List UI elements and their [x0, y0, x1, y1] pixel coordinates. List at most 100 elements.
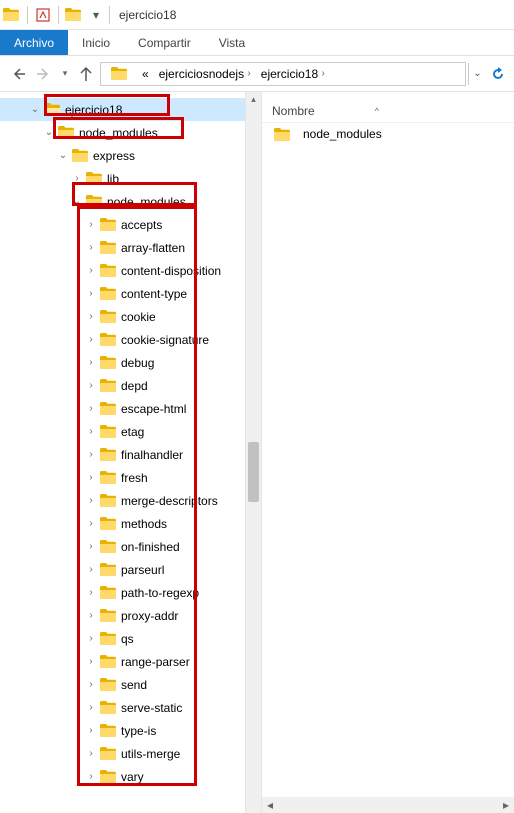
expander-icon[interactable]: › — [84, 357, 98, 368]
tree-node-package[interactable]: ›merge-descriptors — [0, 489, 245, 512]
expander-icon[interactable]: › — [84, 702, 98, 713]
folder-icon — [100, 448, 116, 461]
tree-label: etag — [121, 425, 144, 439]
nav-back-button[interactable] — [6, 62, 30, 86]
tree-node-package[interactable]: ›path-to-regexp — [0, 581, 245, 604]
tree-label: proxy-addr — [121, 609, 178, 623]
scroll-left-icon[interactable]: ◂ — [262, 798, 278, 812]
tree-node-package[interactable]: ›utils-merge — [0, 742, 245, 765]
tree-pane[interactable]: ⌄ ejercicio18 ⌄ node_modules ⌄ express ›… — [0, 92, 246, 813]
tree-label: escape-html — [121, 402, 186, 416]
tree-node-package[interactable]: ›methods — [0, 512, 245, 535]
tree-node-node_modules-inner[interactable]: ⌄ node_modules — [0, 190, 245, 213]
address-bar[interactable]: « ejerciciosnodejs › ejercicio18 › — [100, 62, 466, 86]
scroll-up-icon[interactable]: ▴ — [246, 92, 261, 105]
tree-node-package[interactable]: ›cookie-signature — [0, 328, 245, 351]
expander-icon[interactable]: › — [84, 748, 98, 759]
tree-node-package[interactable]: › range-parser — [0, 650, 245, 673]
tree-node-package[interactable]: ›vary — [0, 765, 245, 788]
expander-icon[interactable]: › — [84, 656, 98, 667]
tree-node-express[interactable]: ⌄ express — [0, 144, 245, 167]
expander-icon[interactable]: › — [84, 334, 98, 345]
expander-icon[interactable]: › — [84, 725, 98, 736]
content-pane[interactable]: Nombre ^ node_modules ◂ ▸ — [262, 92, 514, 813]
breadcrumb-folder-icon[interactable] — [105, 63, 136, 85]
tree-node-package[interactable]: ›parseurl — [0, 558, 245, 581]
tree-node-root[interactable]: ⌄ ejercicio18 — [0, 98, 245, 121]
tree-node-package[interactable]: ›serve-static — [0, 696, 245, 719]
tree-scrollbar[interactable]: ▴ — [246, 92, 262, 813]
expander-icon[interactable]: ⌄ — [70, 196, 84, 207]
folder-icon — [100, 563, 116, 576]
tab-home[interactable]: Inicio — [68, 30, 124, 55]
breadcrumb-part-1[interactable]: ejercicio18 › — [257, 63, 329, 85]
expander-icon[interactable]: › — [84, 472, 98, 483]
expander-icon[interactable]: ⌄ — [28, 104, 42, 115]
tree-node-package[interactable]: ›debug — [0, 351, 245, 374]
breadcrumb-part-0[interactable]: ejerciciosnodejs › — [155, 63, 255, 85]
tree-label: range-parser — [121, 655, 190, 669]
list-item[interactable]: node_modules — [262, 123, 514, 145]
folder-icon — [100, 356, 116, 369]
tab-share[interactable]: Compartir — [124, 30, 205, 55]
tree-node-node_modules[interactable]: ⌄ node_modules — [0, 121, 245, 144]
breadcrumb-overflow[interactable]: « — [138, 63, 153, 85]
folder-icon — [100, 333, 116, 346]
expander-icon[interactable]: › — [84, 679, 98, 690]
tree-node-package[interactable]: ›send — [0, 673, 245, 696]
address-dropdown[interactable]: ⌄ — [468, 63, 486, 85]
tree-node-package[interactable]: ›accepts — [0, 213, 245, 236]
expander-icon[interactable]: › — [84, 219, 98, 230]
expander-icon[interactable]: › — [84, 426, 98, 437]
column-header-name[interactable]: Nombre ^ — [262, 100, 514, 123]
folder-icon — [100, 747, 116, 760]
tree-node-package[interactable]: ›on-finished — [0, 535, 245, 558]
tree-node-package[interactable]: ›cookie — [0, 305, 245, 328]
tree-node-package[interactable]: ›qs — [0, 627, 245, 650]
expander-icon[interactable]: › — [84, 403, 98, 414]
expander-icon[interactable]: › — [84, 541, 98, 552]
tree-node-package[interactable]: › proxy-addr — [0, 604, 245, 627]
tree-node-package[interactable]: ›depd — [0, 374, 245, 397]
expander-icon[interactable]: ⌄ — [56, 150, 70, 161]
titlebar: ▾ ejercicio18 — [0, 0, 514, 30]
expander-icon[interactable]: › — [84, 587, 98, 598]
scroll-thumb[interactable] — [248, 442, 259, 502]
refresh-button[interactable] — [488, 62, 508, 86]
expander-icon[interactable]: › — [84, 242, 98, 253]
expander-icon[interactable]: › — [84, 265, 98, 276]
nav-up-button[interactable] — [74, 62, 98, 86]
nav-recent-dropdown[interactable]: ▾ — [58, 62, 72, 86]
tree-node-package[interactable]: › finalhandler — [0, 443, 245, 466]
tree-node-package[interactable]: ›array-flatten — [0, 236, 245, 259]
tree-node-lib[interactable]: › lib — [0, 167, 245, 190]
expander-icon[interactable]: › — [70, 173, 84, 184]
scroll-right-icon[interactable]: ▸ — [498, 798, 514, 812]
expander-icon[interactable]: ⌄ — [42, 127, 56, 138]
nav-forward-button[interactable] — [32, 62, 56, 86]
expander-icon[interactable]: › — [84, 564, 98, 575]
tab-view[interactable]: Vista — [205, 30, 259, 55]
folder-icon — [100, 678, 116, 691]
expander-icon[interactable]: › — [84, 380, 98, 391]
expander-icon[interactable]: › — [84, 610, 98, 621]
tree-node-package[interactable]: ›content-type — [0, 282, 245, 305]
expander-icon[interactable]: › — [84, 518, 98, 529]
tree-node-package[interactable]: ›fresh — [0, 466, 245, 489]
tree-node-package[interactable]: › escape-html — [0, 397, 245, 420]
expander-icon[interactable]: › — [84, 771, 98, 782]
expander-icon[interactable]: › — [84, 311, 98, 322]
folder-icon — [100, 701, 116, 714]
tree-label: finalhandler — [121, 448, 183, 462]
expander-icon[interactable]: › — [84, 449, 98, 460]
expander-icon[interactable]: › — [84, 495, 98, 506]
qat-properties-icon[interactable] — [35, 7, 51, 23]
content-h-scrollbar[interactable]: ◂ ▸ — [262, 797, 514, 813]
qat-dropdown-icon[interactable]: ▾ — [90, 7, 102, 23]
tree-node-package[interactable]: ›type-is — [0, 719, 245, 742]
expander-icon[interactable]: › — [84, 288, 98, 299]
expander-icon[interactable]: › — [84, 633, 98, 644]
tree-node-package[interactable]: › etag — [0, 420, 245, 443]
tab-file[interactable]: Archivo — [0, 30, 68, 55]
tree-node-package[interactable]: ›content-disposition — [0, 259, 245, 282]
